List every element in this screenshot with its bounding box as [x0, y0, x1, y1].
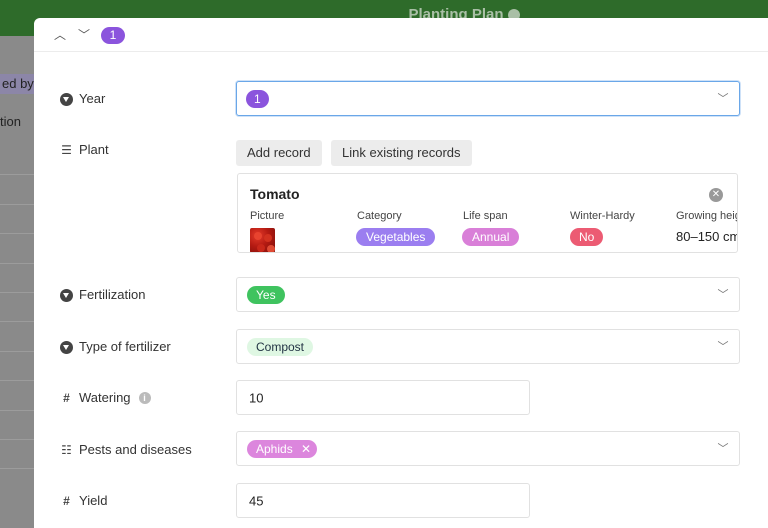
add-record-button[interactable]: Add record [236, 140, 322, 166]
field-label-text: Fertilization [79, 287, 146, 302]
chevron-down-icon[interactable]: ﹀ [717, 289, 729, 301]
background-grid: ed by tion [0, 36, 34, 528]
linked-record-card[interactable]: Tomato ✕ Picture Category Life span Wint… [237, 173, 738, 253]
grid-row [0, 175, 34, 205]
chevron-down-icon[interactable]: ﹀ [717, 93, 729, 105]
pests-and-diseases-select[interactable]: Aphids ✕ ﹀ [236, 431, 740, 466]
grid-row [0, 352, 34, 382]
linked-records-icon: ☰ [61, 142, 72, 157]
chevron-down-icon[interactable]: ﹀ [717, 341, 729, 353]
linked-record-title: Tomato [250, 186, 300, 202]
info-icon[interactable]: i [138, 392, 151, 404]
field-label-watering: # Watering i [60, 388, 151, 408]
type-of-fertilizer-select[interactable]: Compost ﹀ [236, 329, 740, 364]
card-column-winter-hardy: Winter-Hardy [570, 210, 635, 222]
dropdown-circle-icon [60, 288, 73, 302]
hash-icon: # [63, 390, 70, 405]
category-pill: Vegetables [356, 228, 436, 246]
record-number-badge: 1 [101, 27, 125, 44]
grid-row [0, 234, 34, 264]
watering-value: 10 [249, 390, 264, 405]
grid-row [0, 411, 34, 440]
year-value-pill: 1 [246, 89, 269, 108]
record-modal: ︿ ﹀ 1 Year 1 ﹀ ☰ Plant Add record Link e… [34, 18, 768, 528]
life-span-pill: Annual [462, 228, 520, 246]
winter-hardy-pill: No [570, 228, 604, 246]
aphids-pill-label: Aphids [256, 441, 293, 456]
list-icon: ☷ [61, 442, 72, 457]
field-label-text: Pests and diseases [79, 442, 192, 457]
field-label-pests-and-diseases: ☷ Pests and diseases [60, 440, 192, 460]
fertilizer-value-pill: Compost [247, 337, 314, 356]
previous-record-icon[interactable]: ︿ [52, 27, 68, 43]
watering-input[interactable]: 10 [236, 380, 530, 415]
remove-x-icon[interactable]: ✕ [301, 442, 311, 456]
field-label-year: Year [60, 89, 105, 109]
field-label-text: Yield [79, 493, 108, 508]
modal-toolbar: ︿ ﹀ 1 [34, 18, 768, 52]
field-label-type-of-fertilizer: Type of fertilizer [60, 337, 171, 357]
field-label-text: Watering [79, 390, 131, 405]
card-column-picture: Picture [250, 210, 285, 222]
aphids-pill: Aphids ✕ [247, 439, 318, 458]
grid-row [0, 440, 34, 470]
yield-value: 45 [249, 493, 264, 508]
grid-rows [0, 146, 34, 470]
card-column-category: Category [357, 210, 402, 222]
remove-record-icon[interactable]: ✕ [709, 188, 723, 202]
fertilization-value-pill: Yes [247, 285, 285, 304]
grid-row [0, 205, 34, 235]
year-select[interactable]: 1 ﹀ [236, 81, 740, 116]
field-label-text: Plant [79, 142, 109, 157]
field-label-plant: ☰ Plant [60, 140, 109, 160]
hash-icon: # [63, 493, 70, 508]
field-label-text: Year [79, 91, 106, 106]
dropdown-circle-icon [60, 92, 73, 106]
chevron-down-icon[interactable]: ﹀ [717, 443, 729, 455]
grouped-by-chip: ed by [0, 74, 34, 94]
card-column-growing-height: Growing height [676, 210, 737, 222]
fertilization-select[interactable]: Yes ﹀ [236, 277, 740, 312]
grid-row [0, 293, 34, 323]
dropdown-circle-icon [60, 340, 73, 354]
grid-row [0, 264, 34, 293]
card-column-life-span: Life span [463, 210, 508, 222]
growing-height-value: 80–150 cm [676, 229, 738, 244]
field-label-fertilization: Fertilization [60, 285, 145, 305]
next-record-icon[interactable]: ﹀ [76, 27, 92, 43]
field-label-yield: # Yield [60, 491, 107, 511]
grid-row [0, 381, 34, 411]
column-header: tion [0, 114, 21, 129]
grid-row [0, 322, 34, 352]
grid-row [0, 146, 34, 176]
field-label-text: Type of fertilizer [79, 339, 171, 354]
link-existing-records-button[interactable]: Link existing records [331, 140, 472, 166]
tomato-picture-thumbnail[interactable] [250, 228, 275, 252]
yield-input[interactable]: 45 [236, 483, 530, 518]
